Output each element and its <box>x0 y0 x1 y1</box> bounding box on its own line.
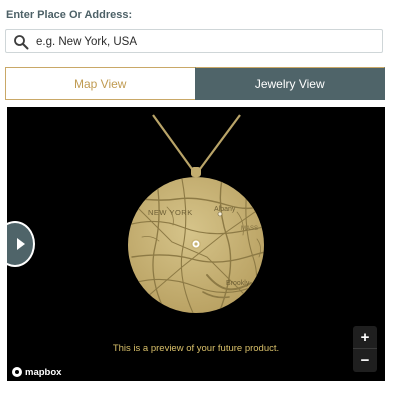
app-root: Enter Place Or Address: Map View Jewelry… <box>0 0 400 400</box>
map-label-albany: Albany <box>214 206 236 213</box>
mapbox-logo-icon <box>12 367 22 377</box>
search-icon <box>14 35 29 50</box>
albany-marker <box>217 211 223 217</box>
jewelry-preview[interactable]: NEW YORK Albany MASS Brookly This is a p… <box>7 107 385 381</box>
chain-left <box>152 114 193 170</box>
tab-map-view[interactable]: Map View <box>5 67 195 100</box>
tab-jewelry-view[interactable]: Jewelry View <box>194 67 385 100</box>
zoom-controls: + − <box>353 326 377 372</box>
pendant-bail <box>191 167 201 177</box>
search-field[interactable] <box>5 29 383 53</box>
map-label-mass: MASS <box>241 226 258 232</box>
search-label: Enter Place Or Address: <box>6 9 133 21</box>
view-tabs: Map View Jewelry View <box>5 67 385 100</box>
pendant-illustration: NEW YORK Albany MASS Brookly <box>128 114 264 313</box>
map-label-state: NEW YORK <box>148 208 193 217</box>
zoom-in-button[interactable]: + <box>353 326 377 349</box>
play-icon <box>17 238 25 250</box>
mapbox-attribution[interactable]: mapbox <box>12 365 61 379</box>
mapbox-wordmark: mapbox <box>25 366 62 378</box>
search-input[interactable] <box>34 31 378 53</box>
preview-caption: This is a preview of your future product… <box>112 343 280 354</box>
zoom-out-button[interactable]: − <box>353 349 377 372</box>
chain-right <box>199 114 241 170</box>
map-label-brooklyn: Brookly <box>226 280 250 287</box>
